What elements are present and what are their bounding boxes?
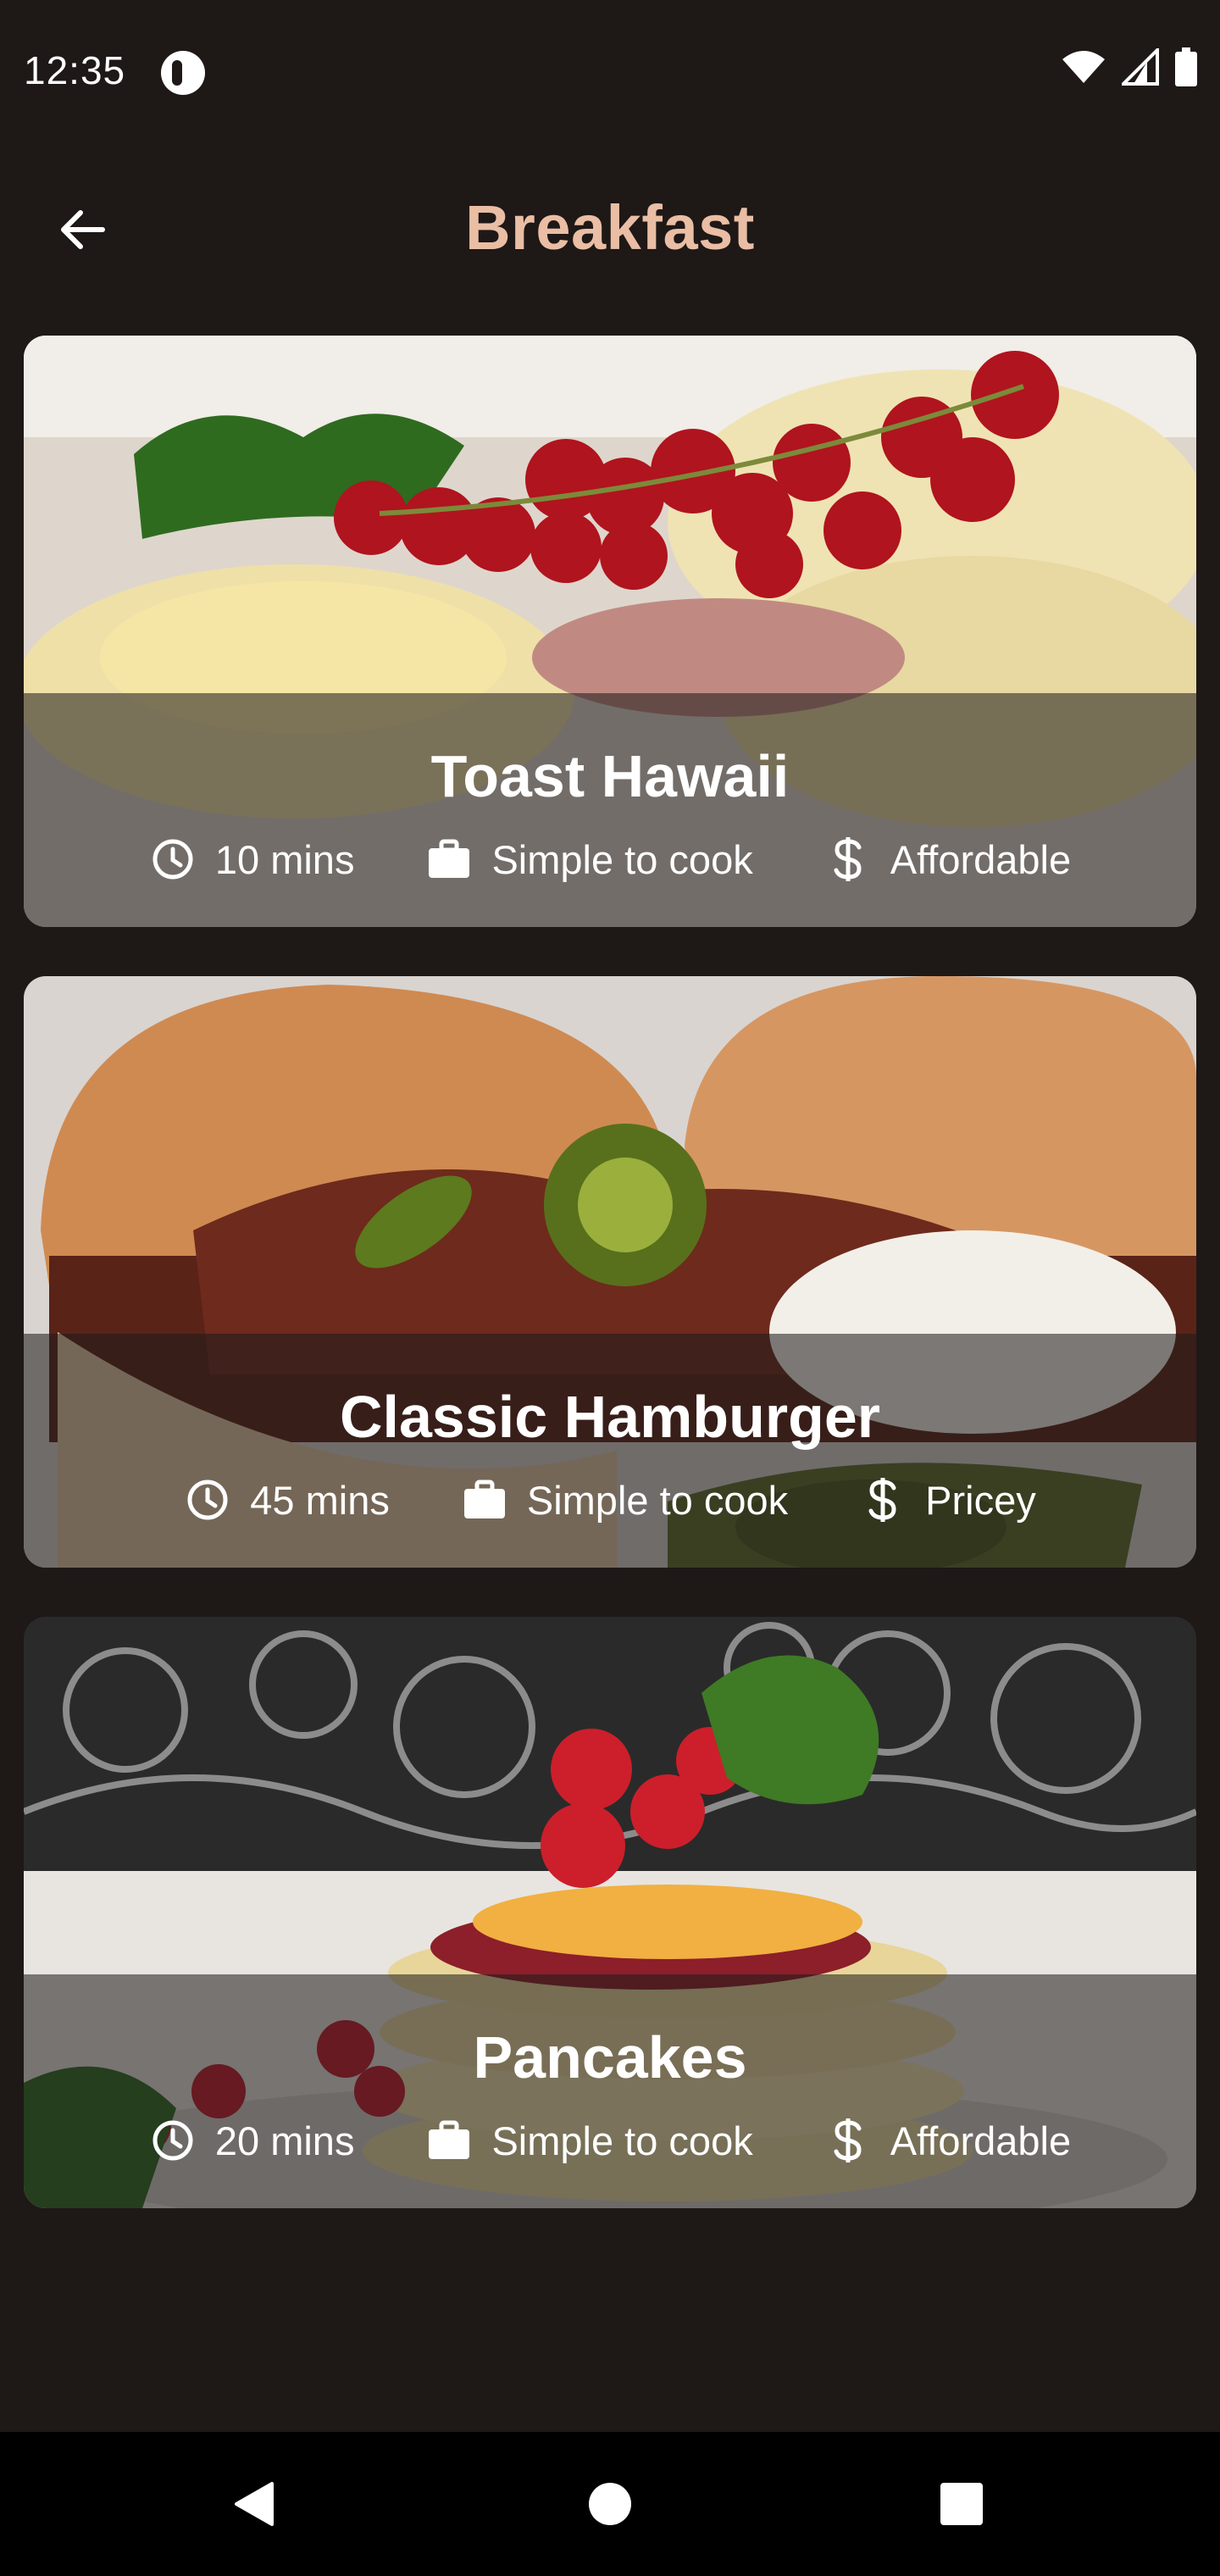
meal-list: Toast Hawaii 10 mins Simple to cook Affo… <box>24 336 1196 2257</box>
meal-duration-label: 10 mins <box>214 836 355 882</box>
work-bag-icon <box>461 1476 508 1524</box>
dollar-icon <box>824 2117 872 2164</box>
work-bag-icon <box>425 2117 473 2164</box>
meal-info-overlay: Pancakes 20 mins Simple to cook Affordab… <box>24 1974 1196 2208</box>
cellular-signal-icon <box>1122 48 1159 86</box>
status-icons <box>1061 47 1198 86</box>
meal-affordability: Affordable <box>824 836 1071 883</box>
system-nav-bar <box>0 2432 1220 2576</box>
status-time: 12:35 <box>24 48 126 92</box>
meal-duration-label: 45 mins <box>250 1477 390 1523</box>
clock-icon <box>184 1476 231 1524</box>
battery-icon <box>1175 47 1197 86</box>
home-circle-icon <box>589 2483 631 2525</box>
meal-duration: 45 mins <box>184 1476 390 1524</box>
meal-card-toast-hawaii[interactable]: Toast Hawaii 10 mins Simple to cook Affo… <box>24 336 1196 927</box>
app-bar: Breakfast <box>0 144 1220 314</box>
meal-affordability-label: Pricey <box>925 1477 1036 1523</box>
wifi-icon <box>1062 51 1105 83</box>
recents-square-icon <box>940 2483 983 2525</box>
meal-meta: 10 mins Simple to cook Affordable <box>24 836 1196 883</box>
dollar-icon <box>824 836 872 883</box>
work-bag-icon <box>425 836 473 883</box>
dollar-icon <box>859 1476 907 1524</box>
meal-meta: 45 mins Simple to cook Pricey <box>24 1476 1196 1524</box>
meal-complexity-label: Simple to cook <box>526 1477 789 1523</box>
back-triangle-icon <box>235 2482 274 2526</box>
meal-affordability-label: Affordable <box>890 2118 1072 2163</box>
nav-home-button[interactable] <box>572 2466 648 2542</box>
meal-card-pancakes[interactable]: Pancakes 20 mins Simple to cook Affordab… <box>24 1617 1196 2208</box>
meal-duration: 20 mins <box>149 2117 355 2164</box>
app-notification-icon <box>161 51 205 95</box>
meal-affordability: Pricey <box>859 1476 1036 1524</box>
clock-icon <box>149 836 197 883</box>
meal-card-classic-hamburger[interactable]: Classic Hamburger 45 mins Simple to cook <box>24 976 1196 1568</box>
meal-meta: 20 mins Simple to cook Affordable <box>24 2117 1196 2164</box>
meal-complexity: Simple to cook <box>461 1476 788 1524</box>
meal-info-overlay: Toast Hawaii 10 mins Simple to cook Affo… <box>24 693 1196 927</box>
meal-title: Classic Hamburger <box>339 1384 881 1450</box>
meal-affordability-label: Affordable <box>890 836 1072 882</box>
meal-duration-label: 20 mins <box>214 2118 355 2163</box>
nav-back-button[interactable] <box>217 2466 293 2542</box>
meal-complexity-label: Simple to cook <box>491 2118 753 2163</box>
meal-affordability: Affordable <box>824 2117 1071 2164</box>
meal-title: Pancakes <box>473 2024 747 2090</box>
nav-recents-button[interactable] <box>923 2466 1000 2542</box>
clock-icon <box>149 2117 197 2164</box>
meal-duration: 10 mins <box>149 836 355 883</box>
page-title: Breakfast <box>465 192 755 263</box>
meal-complexity: Simple to cook <box>425 2117 753 2164</box>
meal-title: Toast Hawaii <box>430 743 790 809</box>
status-bar: 12:35 <box>0 0 1220 144</box>
meal-info-overlay: Classic Hamburger 45 mins Simple to cook <box>24 1334 1196 1568</box>
meal-complexity-label: Simple to cook <box>491 836 753 882</box>
screen: 12:35 Breakfast Toast Hawaii 10 mins Sim… <box>0 0 1220 2576</box>
meal-complexity: Simple to cook <box>425 836 753 883</box>
